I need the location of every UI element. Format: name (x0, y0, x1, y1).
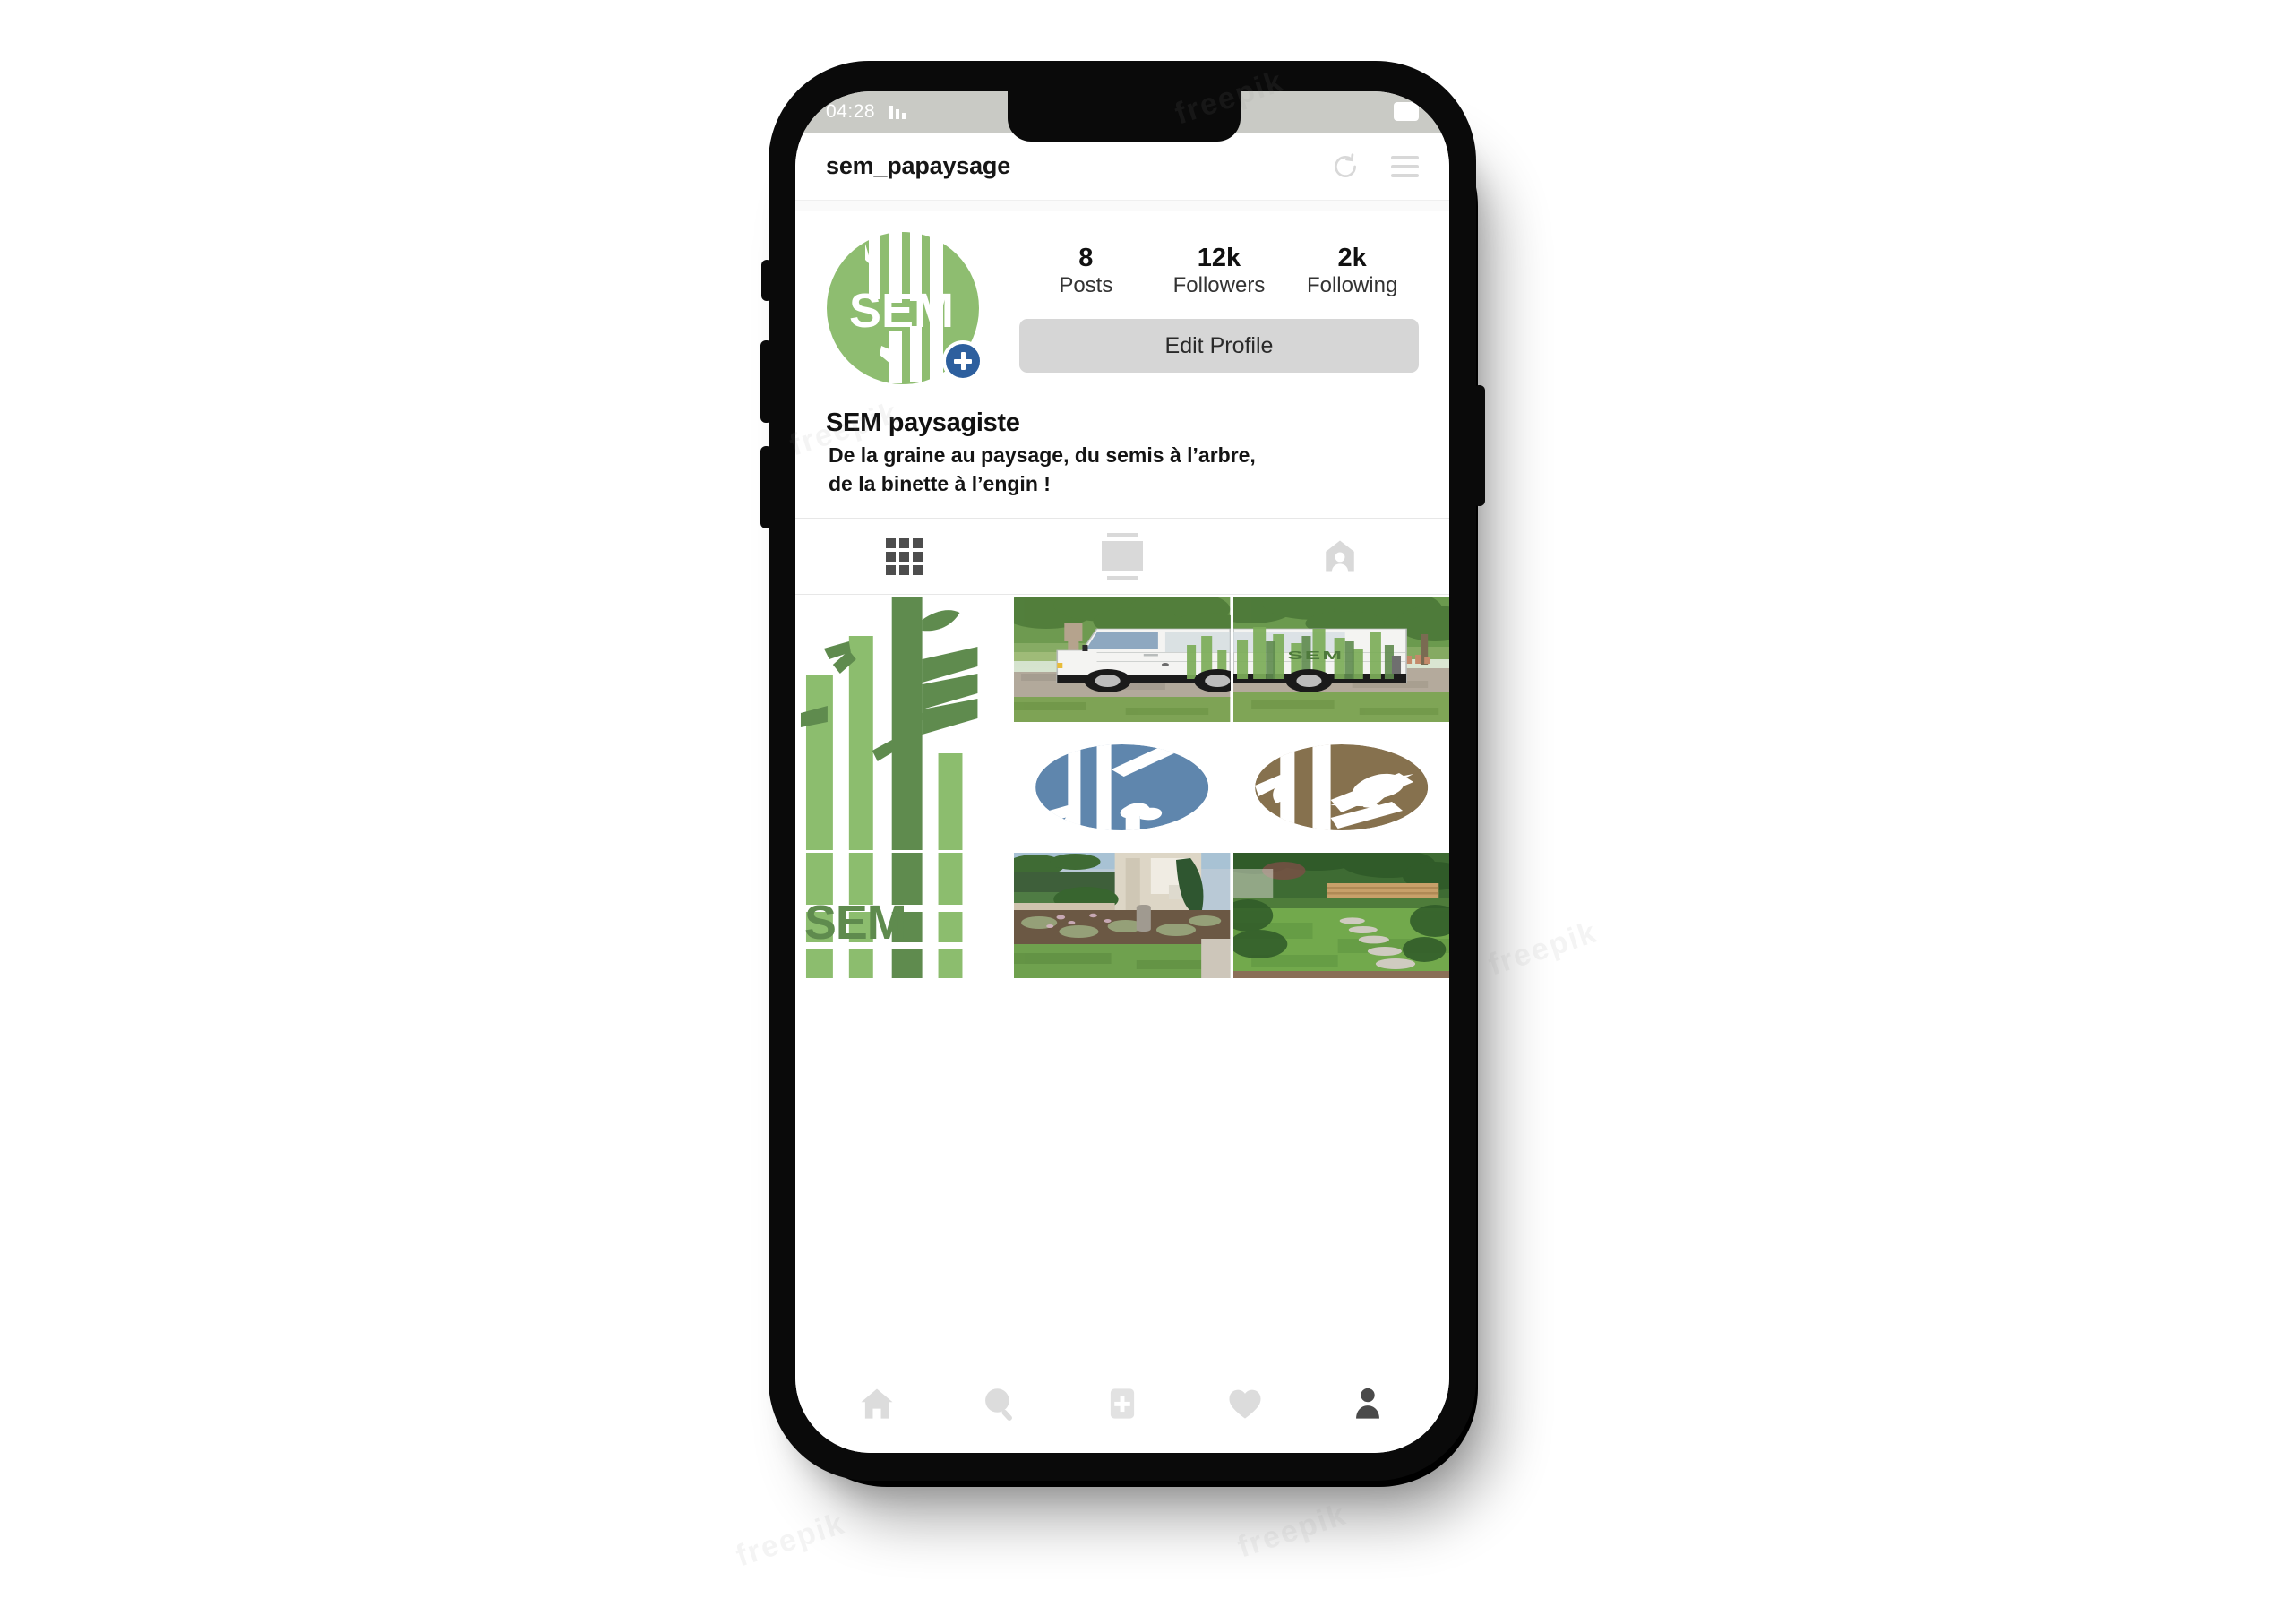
profile-bio-text: De la graine au paysage, du semis à l’ar… (826, 438, 1419, 498)
bamboo-sem-text: SEM (804, 896, 906, 949)
stat-following-value: 2k (1337, 244, 1367, 272)
page-title: sem_papaysage (826, 152, 1011, 179)
profile-stats: 8 Posts 12k Followers 2k Following (1019, 244, 1419, 299)
stat-following-label: Following (1306, 273, 1398, 298)
nav-home-button[interactable] (852, 1379, 902, 1429)
bottom-navigation (795, 1367, 1449, 1453)
back-garden-photo (1232, 853, 1449, 979)
profile-person-icon (1356, 1388, 1380, 1419)
add-post-icon (1110, 1388, 1135, 1419)
nav-activity-button[interactable] (1220, 1379, 1270, 1429)
blue-squirrel-logo (1014, 725, 1231, 851)
phone-screen: 04:28 sem_papaysage SEM 8 Posts 12k Foll… (795, 91, 1449, 1453)
tagged-person-icon (1321, 537, 1359, 575)
tab-tagged[interactable] (1232, 519, 1449, 594)
app-bar: sem_papaysage (795, 133, 1449, 201)
signal-bars-icon (889, 105, 906, 119)
profile-tabs (795, 518, 1449, 596)
battery-icon (1394, 102, 1419, 121)
app-bar-divider (795, 201, 1449, 211)
photo-grid: SEM SEM (795, 595, 1449, 1367)
stat-followers-label: Followers (1172, 273, 1266, 298)
stat-posts-value: 8 (1078, 244, 1094, 272)
refresh-icon[interactable] (1330, 151, 1361, 182)
plus-badge-icon[interactable] (942, 340, 983, 382)
grid-post-van-left[interactable] (1014, 597, 1231, 723)
phone-volume-up-button[interactable] (760, 340, 772, 423)
tab-grid[interactable] (795, 519, 1013, 594)
stat-posts[interactable]: 8 Posts (1036, 244, 1135, 299)
bamboo-sem-illustration: SEM (795, 853, 1012, 979)
bamboo-illustration (795, 597, 1012, 851)
feed-list-icon (1101, 533, 1143, 580)
profile-bio: SEM paysagiste De la graine au paysage, … (826, 385, 1419, 498)
watermark: freepik (1233, 1497, 1352, 1565)
watermark: freepik (1484, 915, 1602, 983)
home-icon (861, 1388, 893, 1419)
van-photo-left (1014, 597, 1231, 723)
tab-feed[interactable] (1013, 519, 1231, 594)
grid-post-brown-bird-logo[interactable] (1232, 725, 1449, 851)
profile-stats-column: 8 Posts 12k Followers 2k Following Edit … (980, 231, 1419, 374)
stat-followers-value: 12k (1197, 244, 1241, 272)
grid-icon (886, 537, 923, 575)
grid-post-back-garden[interactable] (1232, 853, 1449, 979)
grid-post-bamboo-poster-top[interactable] (795, 597, 1012, 851)
avatar-wrapper[interactable]: SEM (826, 231, 983, 385)
search-icon (984, 1388, 1012, 1421)
svg-text:SEM: SEM (849, 284, 954, 338)
grid-post-van-right[interactable]: SEM (1232, 597, 1449, 723)
profile-display-name: SEM paysagiste (826, 408, 1020, 437)
hamburger-menu-icon[interactable] (1391, 155, 1419, 177)
profile-section: SEM 8 Posts 12k Followers 2k Following E… (795, 211, 1449, 499)
profile-bio-line-1: De la graine au paysage, du semis à l’ar… (829, 443, 1256, 467)
brown-bird-logo (1232, 725, 1449, 851)
status-bar-time: 04:28 (826, 101, 876, 122)
stat-following[interactable]: 2k Following (1303, 244, 1402, 299)
van-photo-right: SEM (1232, 597, 1449, 723)
grid-post-blue-squirrel-logo[interactable] (1014, 725, 1231, 851)
phone-notch (1008, 91, 1241, 142)
phone-mute-button[interactable] (761, 260, 772, 301)
nav-search-button[interactable] (975, 1379, 1025, 1429)
grid-post-front-garden[interactable] (1014, 853, 1231, 979)
front-garden-photo (1014, 853, 1231, 979)
grid-post-bamboo-poster-sem[interactable]: SEM (795, 853, 1012, 979)
page-root: freepik freepik freepik freepik freepik … (0, 0, 2293, 1624)
nav-profile-button[interactable] (1343, 1379, 1393, 1429)
phone-power-button[interactable] (1473, 385, 1485, 506)
stat-followers[interactable]: 12k Followers (1170, 244, 1268, 299)
stat-posts-label: Posts (1059, 273, 1113, 298)
profile-header-row: SEM 8 Posts 12k Followers 2k Following E… (826, 231, 1419, 385)
profile-bio-line-2: de la binette à l’engin ! (829, 471, 1051, 495)
edit-profile-button[interactable]: Edit Profile (1019, 319, 1419, 374)
nav-add-post-button[interactable] (1097, 1379, 1147, 1429)
phone-volume-down-button[interactable] (760, 446, 772, 528)
heart-icon (1229, 1389, 1261, 1419)
svg-text:SEM: SEM (1287, 649, 1344, 662)
watermark: freepik (732, 1506, 850, 1574)
